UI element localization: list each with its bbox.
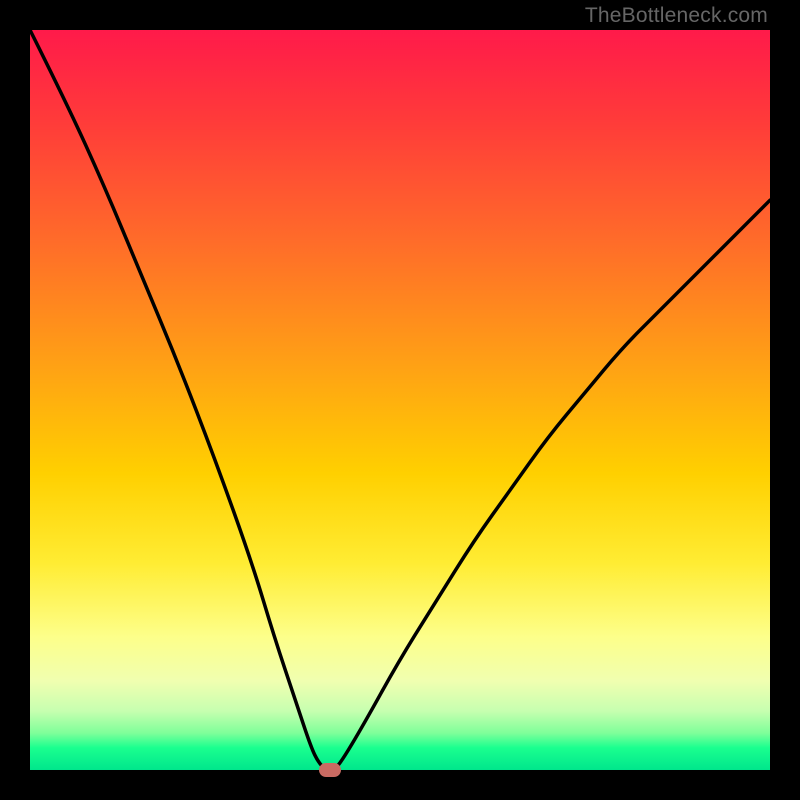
- optimum-marker: [319, 763, 341, 777]
- bottleneck-curve: [30, 30, 770, 770]
- chart-frame: TheBottleneck.com: [0, 0, 800, 800]
- plot-area: [30, 30, 770, 770]
- watermark-text: TheBottleneck.com: [585, 4, 768, 28]
